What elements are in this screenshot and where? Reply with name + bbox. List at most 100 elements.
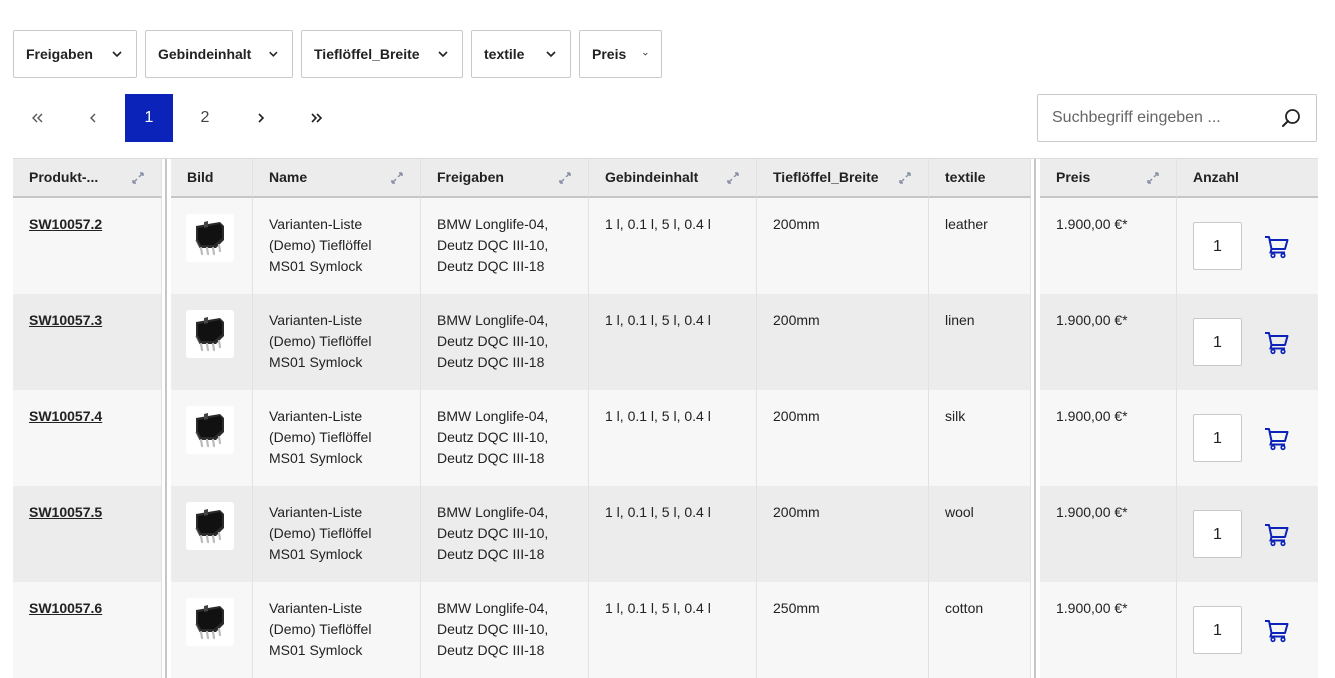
- sort-icon[interactable]: [898, 171, 912, 185]
- quantity-input[interactable]: 1: [1193, 222, 1242, 270]
- quantity-input[interactable]: 1: [1193, 318, 1242, 366]
- price-cell: 1.900,00 €*: [1040, 294, 1177, 390]
- price-cell: 1.900,00 €*: [1040, 198, 1177, 294]
- sort-icon[interactable]: [558, 171, 572, 185]
- column-divider: [162, 486, 171, 582]
- table-row: SW10057.4 Varianten-Liste (Demo) Tieflöf…: [13, 390, 1321, 486]
- column-divider: [1031, 390, 1040, 486]
- price-cell: 1.900,00 €*: [1040, 486, 1177, 582]
- search-input[interactable]: [1038, 95, 1280, 141]
- name-line: (Demo) Tieflöffel: [269, 525, 372, 541]
- product-number-link[interactable]: SW10057.4: [29, 408, 102, 424]
- product-number-link[interactable]: SW10057.6: [29, 600, 102, 616]
- name-cell: Varianten-Liste (Demo) Tieflöffel MS01 S…: [253, 294, 421, 390]
- cart-icon[interactable]: [1264, 425, 1290, 451]
- gebindeinhalt-cell: 1 l, 0.1 l, 5 l, 0.4 l: [589, 198, 757, 294]
- name-line: Varianten-Liste: [269, 312, 363, 328]
- sort-icon[interactable]: [1146, 171, 1160, 185]
- chevron-down-icon: [438, 51, 448, 58]
- column-divider: [1031, 158, 1040, 198]
- column-header-tiefloeffel-breite[interactable]: Tieflöffel_Breite: [757, 158, 929, 198]
- double-chevron-right-icon: [311, 113, 323, 123]
- column-header-gebindeinhalt[interactable]: Gebindeinhalt: [589, 158, 757, 198]
- column-divider: [1031, 294, 1040, 390]
- column-header-name[interactable]: Name: [253, 158, 421, 198]
- freigaben-line: Deutz DQC III-18: [437, 450, 545, 466]
- price-cell: 1.900,00 €*: [1040, 390, 1177, 486]
- quantity-input[interactable]: 1: [1193, 414, 1242, 462]
- image-cell: [171, 294, 253, 390]
- quantity-input[interactable]: 1: [1193, 606, 1242, 654]
- product-number-link[interactable]: SW10057.5: [29, 504, 102, 520]
- table-row: SW10057.6 Varianten-Liste (Demo) Tieflöf…: [13, 582, 1321, 678]
- filter-tiefloeffel-breite[interactable]: Tieflöffel_Breite: [301, 30, 463, 78]
- cart-icon[interactable]: [1264, 233, 1290, 259]
- table-row: SW10057.3 Varianten-Liste (Demo) Tieflöf…: [13, 294, 1321, 390]
- filter-freigaben[interactable]: Freigaben: [13, 30, 137, 78]
- page-button-1[interactable]: 1: [125, 94, 173, 142]
- gebindeinhalt-cell: 1 l, 0.1 l, 5 l, 0.4 l: [589, 582, 757, 678]
- product-number-link[interactable]: SW10057.2: [29, 216, 102, 232]
- product-thumbnail[interactable]: [186, 406, 234, 454]
- name-cell: Varianten-Liste (Demo) Tieflöffel MS01 S…: [253, 390, 421, 486]
- filter-preis[interactable]: Preis: [579, 30, 662, 78]
- freigaben-line: Deutz DQC III-10,: [437, 237, 549, 253]
- name-line: (Demo) Tieflöffel: [269, 621, 372, 637]
- product-thumbnail[interactable]: [186, 598, 234, 646]
- sort-icon[interactable]: [726, 171, 740, 185]
- freigaben-line: BMW Longlife-04,: [437, 600, 549, 616]
- price-cell: 1.900,00 €*: [1040, 582, 1177, 678]
- name-line: Varianten-Liste: [269, 408, 363, 424]
- name-cell: Varianten-Liste (Demo) Tieflöffel MS01 S…: [253, 198, 421, 294]
- search-icon[interactable]: [1280, 107, 1302, 129]
- name-line: MS01 Symlock: [269, 450, 363, 466]
- cart-icon[interactable]: [1264, 521, 1290, 547]
- name-line: Varianten-Liste: [269, 600, 363, 616]
- sort-icon[interactable]: [131, 171, 145, 185]
- filter-label: Tieflöffel_Breite: [314, 46, 420, 62]
- quantity-controls: 1: [1193, 318, 1290, 366]
- last-page-button[interactable]: [293, 94, 341, 142]
- product-thumbnail[interactable]: [186, 502, 234, 550]
- filter-textile[interactable]: textile: [471, 30, 571, 78]
- first-page-button[interactable]: [13, 94, 61, 142]
- column-header-freigaben[interactable]: Freigaben: [421, 158, 589, 198]
- page-button-2[interactable]: 2: [181, 94, 229, 142]
- textile-cell: linen: [929, 294, 1031, 390]
- sort-icon[interactable]: [390, 171, 404, 185]
- image-cell: [171, 198, 253, 294]
- freigaben-line: Deutz DQC III-10,: [437, 429, 549, 445]
- gebindeinhalt-cell: 1 l, 0.1 l, 5 l, 0.4 l: [589, 390, 757, 486]
- column-divider: [162, 158, 171, 198]
- tiefloeffel-breite-cell: 200mm: [757, 198, 929, 294]
- column-divider: [162, 198, 171, 294]
- column-header-price[interactable]: Preis: [1040, 158, 1177, 198]
- freigaben-line: Deutz DQC III-10,: [437, 621, 549, 637]
- freigaben-cell: BMW Longlife-04, Deutz DQC III-10, Deutz…: [421, 486, 589, 582]
- column-divider: [162, 390, 171, 486]
- name-line: (Demo) Tieflöffel: [269, 429, 372, 445]
- pagination: 1 2: [13, 94, 349, 142]
- column-divider: [1031, 582, 1040, 678]
- quantity-input[interactable]: 1: [1193, 510, 1242, 558]
- product-thumbnail[interactable]: [186, 310, 234, 358]
- column-header-sku[interactable]: Produkt-...: [13, 158, 162, 198]
- quantity-controls: 1: [1193, 510, 1290, 558]
- filter-gebindeinhalt[interactable]: Gebindeinhalt: [145, 30, 293, 78]
- cart-icon[interactable]: [1264, 329, 1290, 355]
- product-number-link[interactable]: SW10057.3: [29, 312, 102, 328]
- filter-bar: Freigaben Gebindeinhalt Tieflöffel_Breit…: [13, 30, 662, 78]
- quantity-controls: 1: [1193, 222, 1290, 270]
- freigaben-line: Deutz DQC III-18: [437, 258, 545, 274]
- tiefloeffel-breite-cell: 200mm: [757, 390, 929, 486]
- image-cell: [171, 486, 253, 582]
- prev-page-button[interactable]: [69, 94, 117, 142]
- product-thumbnail[interactable]: [186, 214, 234, 262]
- column-header-textile: textile: [929, 158, 1031, 198]
- next-page-button[interactable]: [237, 94, 285, 142]
- cart-icon[interactable]: [1264, 617, 1290, 643]
- chevron-right-icon: [258, 113, 265, 123]
- tiefloeffel-breite-cell: 250mm: [757, 582, 929, 678]
- freigaben-line: BMW Longlife-04,: [437, 312, 549, 328]
- quantity-cell: 1: [1177, 486, 1318, 582]
